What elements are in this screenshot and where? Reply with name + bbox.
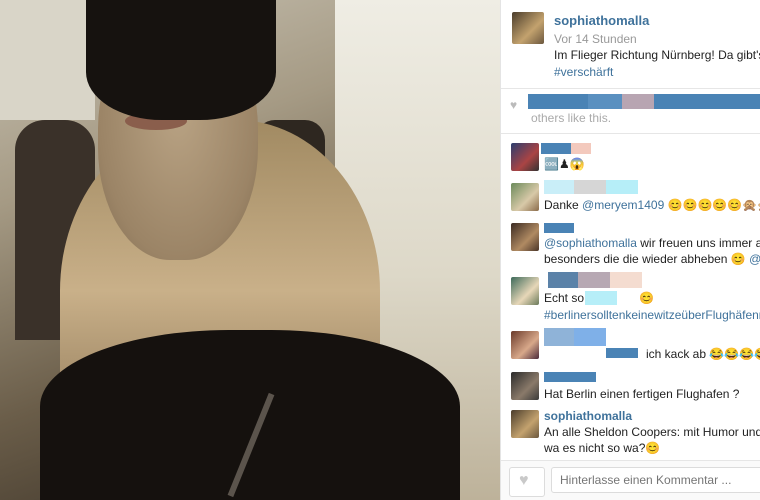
cabin-wall (0, 0, 95, 120)
comment-hashtag[interactable]: #berlinersolltenkeinewitzeüberFlughäfenm… (544, 308, 760, 322)
avatar[interactable] (511, 410, 539, 438)
comment-item: 🆒♟😱 (501, 140, 760, 176)
comment-mention[interactable]: @meryem1409 (582, 198, 664, 212)
post-photo (0, 0, 500, 500)
comment-mention[interactable]: @sophiathomalla (544, 236, 637, 250)
blurred-mention (585, 291, 617, 305)
divider (501, 133, 760, 134)
comment-input[interactable] (551, 467, 760, 493)
blurred-commenter-name (606, 180, 638, 194)
comment-text: Danke @meryem1409 😊😊😊😊😊🙊🙊👆👆 (544, 198, 760, 212)
likes-section: ♥ others like this. (501, 89, 760, 133)
blurred-commenter-name (578, 272, 610, 288)
post-timestamp: Vor 14 Stunden (554, 32, 637, 46)
comment-line-2: besonders die die wieder abheben 😊 (544, 252, 750, 266)
blurred-liker-name (588, 94, 622, 109)
comment-text: ich kack ab 😂😂😂😂 zu (646, 347, 760, 361)
comment-text: besonders die die wieder abheben 😊 @ad_ (544, 252, 760, 266)
avatar[interactable] (511, 277, 539, 305)
leather-jacket (40, 330, 460, 500)
comment-item: sophiathomalla An alle Sheldon Coopers: … (501, 406, 760, 460)
avatar[interactable] (511, 143, 539, 171)
comment-mention[interactable]: @ad_ (749, 252, 760, 266)
comment-line-1: wir freuen uns immer auf C (640, 236, 760, 250)
comment-emoji: 😊 (639, 291, 654, 305)
blurred-commenter-name (574, 328, 606, 346)
blurred-commenter-name (548, 272, 578, 288)
blurred-liker-name (528, 94, 588, 109)
blurred-commenter-name (544, 328, 574, 346)
comment-item: ich kack ab 😂😂😂😂 zu (501, 326, 760, 366)
avatar[interactable] (511, 223, 539, 251)
comment-prefix: Danke (544, 198, 583, 212)
comment-text: Hat Berlin einen fertigen Flughafen ? (544, 387, 740, 401)
comment-suffix: 😊😊😊😊😊🙊🙊👆👆 (667, 198, 760, 212)
comment-item: Hat Berlin einen fertigen Flughafen ? (501, 368, 760, 406)
comment-text: An alle Sheldon Coopers: mit Humor und I… (544, 425, 760, 439)
post-caption: Im Flieger Richtung Nürnberg! Da gibt's … (554, 48, 760, 62)
likes-others-text: others like this. (531, 111, 612, 125)
blurred-commenter-name (541, 143, 571, 154)
blurred-liker-name (654, 94, 760, 109)
post-sidebar: sophiathomalla Vor 14 Stunden Im Flieger… (500, 0, 760, 500)
comment-text: wa es nicht so wa?😊 (544, 441, 661, 455)
avatar[interactable] (511, 331, 539, 359)
post-header: sophiathomalla Vor 14 Stunden Im Flieger… (501, 0, 760, 88)
comment-item: Danke @meryem1409 😊😊😊😊😊🙊🙊👆👆 (501, 178, 760, 218)
heart-icon: ♥ (510, 98, 518, 112)
comment-footer: ♥ (501, 460, 760, 500)
avatar[interactable] (512, 12, 544, 44)
post-username[interactable]: sophiathomalla (554, 13, 649, 28)
comment-text: 🆒♟😱 (544, 157, 585, 171)
avatar[interactable] (511, 372, 539, 400)
comment-item: @sophiathomalla wir freuen uns immer auf… (501, 220, 760, 270)
blurred-commenter-name (610, 272, 642, 288)
post-hashtag[interactable]: #verschärft (554, 65, 613, 79)
blurred-liker-name (622, 94, 654, 109)
heart-icon: ♥ (519, 472, 529, 489)
beanie-hat (86, 0, 276, 120)
comment-username[interactable]: sophiathomalla (544, 409, 632, 423)
comment-text: Echt so (544, 291, 585, 305)
comment-item: Echt so 😊 #berlinersolltenkeinewitzeüber… (501, 272, 760, 324)
comment-text: @sophiathomalla wir freuen uns immer auf… (544, 236, 760, 250)
blurred-commenter-name (544, 223, 574, 233)
blurred-commenter-name (544, 180, 574, 194)
blurred-commenter-name (574, 180, 606, 194)
avatar[interactable] (511, 183, 539, 211)
blurred-commenter-name (571, 143, 591, 154)
like-button[interactable]: ♥ (509, 467, 545, 497)
blurred-commenter-name (544, 372, 596, 382)
blurred-mention (606, 348, 638, 358)
